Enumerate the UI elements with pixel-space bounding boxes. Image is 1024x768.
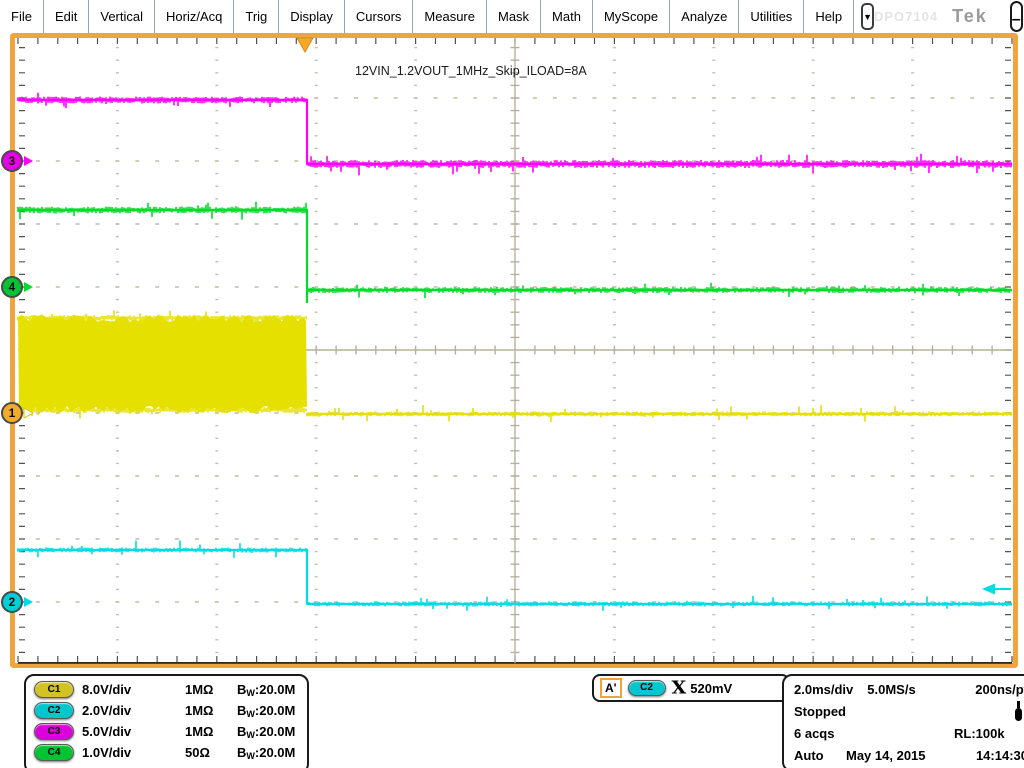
- channel-row-c1[interactable]: C1 8.0V/div1MΩBW:20.0M: [26, 679, 307, 700]
- trigger-position-marker[interactable]: [297, 38, 313, 52]
- channel-marker-3[interactable]: 3: [2, 151, 33, 171]
- time-value: 14:14:30: [976, 748, 1024, 763]
- channel-impedance: 50Ω: [185, 745, 237, 760]
- channel-scale: 8.0V/div: [82, 682, 185, 697]
- waveform-annotation: 12VIN_1.2VOUT_1MHz_Skip_ILOAD=8A: [355, 64, 587, 78]
- channel-marker-2[interactable]: 2: [2, 592, 33, 612]
- channel-marker-4[interactable]: 4: [2, 277, 33, 297]
- svg-text:2: 2: [9, 597, 15, 609]
- channel-pill-c1[interactable]: C1: [34, 681, 74, 698]
- acquisition-count: 6 acqs: [794, 726, 834, 741]
- waveform-display: 3 4 1 2 12VIN_1.2VOUT_1MHz_Skip_ILOAD=8A: [0, 0, 1024, 768]
- channel-bandwidth: BW:20.0M: [237, 703, 295, 718]
- sample-rate-value: 5.0MS/s: [867, 682, 915, 697]
- channel-bandwidth: BW:20.0M: [237, 682, 295, 697]
- trigger-mode-value: Auto: [794, 748, 846, 763]
- trigger-aux-badge: A': [600, 678, 622, 698]
- channel-scale: 2.0V/div: [82, 703, 185, 718]
- readout-strip: C18.0V/div1MΩBW:20.0MC22.0V/div1MΩBW:20.…: [0, 670, 1024, 768]
- trigger-level-value: 520mV: [690, 681, 732, 696]
- channel-row-c4[interactable]: C4 1.0V/div50ΩBW:20.0M: [26, 742, 307, 763]
- channel-scale: 1.0V/div: [82, 745, 185, 760]
- channel-pill-c4[interactable]: C4: [34, 744, 74, 761]
- channel-scale: 5.0V/div: [82, 724, 185, 739]
- oscilloscope-screen: FileEditVerticalHoriz/AcqTrigDisplayCurs…: [0, 0, 1024, 768]
- record-length-value: RL:100k: [954, 726, 1024, 741]
- channel-bandwidth: BW:20.0M: [237, 724, 295, 739]
- resolution-value: 200ns/pt: [975, 682, 1024, 697]
- channel-pill-c2[interactable]: C2: [34, 702, 74, 719]
- trigger-readout-panel[interactable]: A' C2 X 520mV: [592, 674, 790, 702]
- channel-impedance: 1MΩ: [185, 703, 237, 718]
- date-value: May 14, 2015: [846, 748, 976, 763]
- channel-impedance: 1MΩ: [185, 724, 237, 739]
- svg-text:3: 3: [9, 156, 15, 168]
- timebase-value: 2.0ms/div: [794, 682, 853, 697]
- thermometer-icon: [1015, 701, 1022, 721]
- trigger-source-pill: C2: [628, 680, 666, 696]
- acquisition-status: Stopped: [794, 704, 846, 719]
- svg-text:4: 4: [9, 282, 16, 294]
- channel-pill-c3[interactable]: C3: [34, 723, 74, 740]
- acquisition-readout-panel[interactable]: 2.0ms/div 5.0MS/s 200ns/pt Stopped 6 acq…: [782, 674, 1024, 768]
- channel-row-c3[interactable]: C3 5.0V/div1MΩBW:20.0M: [26, 721, 307, 742]
- channel-settings-panel[interactable]: C18.0V/div1MΩBW:20.0MC22.0V/div1MΩBW:20.…: [24, 674, 309, 768]
- svg-text:1: 1: [9, 408, 16, 420]
- trigger-slope-icon: X: [672, 679, 687, 697]
- channel-row-c2[interactable]: C2 2.0V/div1MΩBW:20.0M: [26, 700, 307, 721]
- channel-bandwidth: BW:20.0M: [237, 745, 295, 760]
- channel-impedance: 1MΩ: [185, 682, 237, 697]
- trigger-level-arrow[interactable]: [982, 584, 1011, 595]
